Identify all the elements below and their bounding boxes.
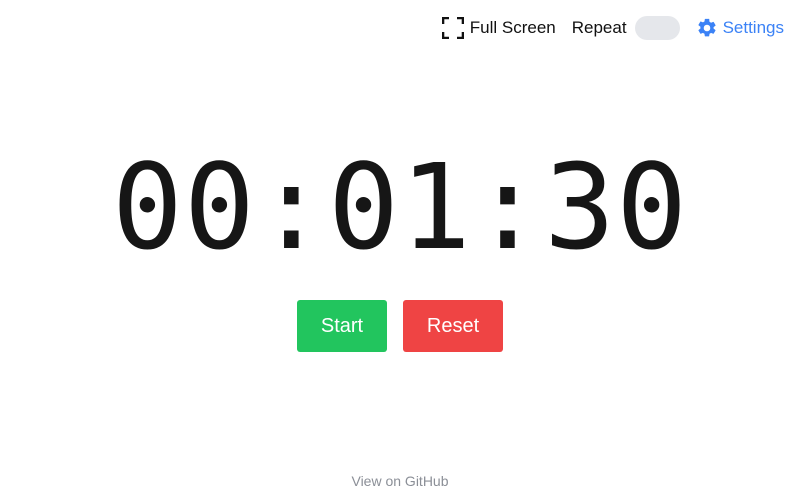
fullscreen-label: Full Screen [469,18,556,37]
gear-icon [698,18,716,37]
reset-button[interactable]: Reset [403,300,503,352]
settings-label: Settings [722,18,784,37]
repeat-label: Repeat [571,18,627,37]
start-button[interactable]: Start [297,300,387,352]
fullscreen-button[interactable]: Full Screen [441,17,556,39]
top-toolbar: Full Screen Repeat Settings [441,13,784,43]
repeat-control: Repeat [572,16,680,40]
fullscreen-icon [441,17,464,39]
timer-controls: Start Reset [0,300,800,352]
settings-button[interactable]: Settings [696,17,784,39]
timer-display: 00:01:30 [111,138,689,276]
github-link[interactable]: View on GitHub [0,473,800,489]
repeat-toggle[interactable] [634,16,680,40]
timer-page: Full Screen Repeat Settings 00:01:30 Sta… [0,0,800,500]
